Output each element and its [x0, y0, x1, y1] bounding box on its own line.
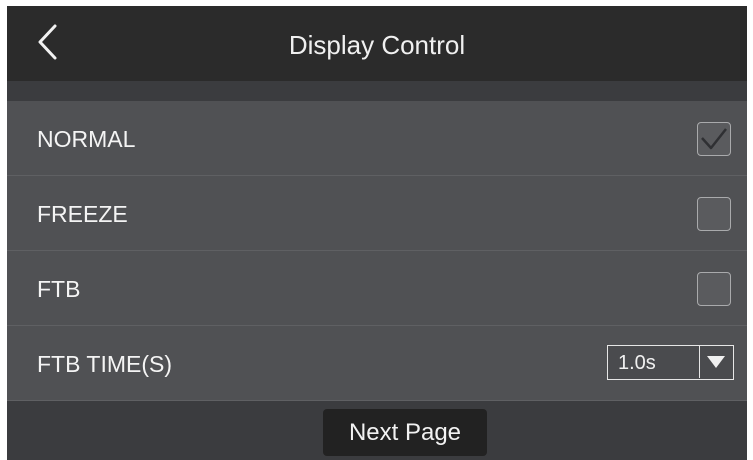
- back-button[interactable]: [25, 20, 69, 64]
- ftb-time-dropdown[interactable]: 1.0s: [607, 345, 734, 380]
- dropdown-arrow[interactable]: [699, 346, 733, 378]
- chevron-left-icon: [38, 24, 57, 60]
- row-label-ftb-time: FTB TIME(S): [37, 351, 173, 377]
- row-normal[interactable]: NORMAL: [7, 101, 747, 176]
- row-ftb[interactable]: FTB: [7, 251, 747, 326]
- ftb-checkbox[interactable]: [697, 272, 731, 306]
- row-freeze[interactable]: FREEZE: [7, 176, 747, 251]
- checkmark-icon: [701, 128, 727, 150]
- freeze-checkbox[interactable]: [697, 197, 731, 231]
- row-label-ftb: FTB: [37, 276, 81, 302]
- page-title: Display Control: [288, 30, 466, 60]
- triangle-down-icon: [707, 356, 725, 368]
- row-label-normal: NORMAL: [37, 126, 136, 152]
- normal-checkbox[interactable]: [697, 122, 731, 156]
- ftb-time-value: 1.0s: [618, 352, 656, 374]
- next-page-button[interactable]: Next Page: [323, 409, 487, 456]
- display-control-screen: Display Control NORMAL FREEZE FTB FTB TI…: [7, 6, 747, 460]
- settings-list: NORMAL FREEZE FTB FTB TIME(S) 1.0s: [7, 101, 747, 401]
- header-bar: Display Control: [7, 6, 747, 81]
- row-label-freeze: FREEZE: [37, 201, 128, 227]
- row-ftb-time: FTB TIME(S) 1.0s: [7, 326, 747, 401]
